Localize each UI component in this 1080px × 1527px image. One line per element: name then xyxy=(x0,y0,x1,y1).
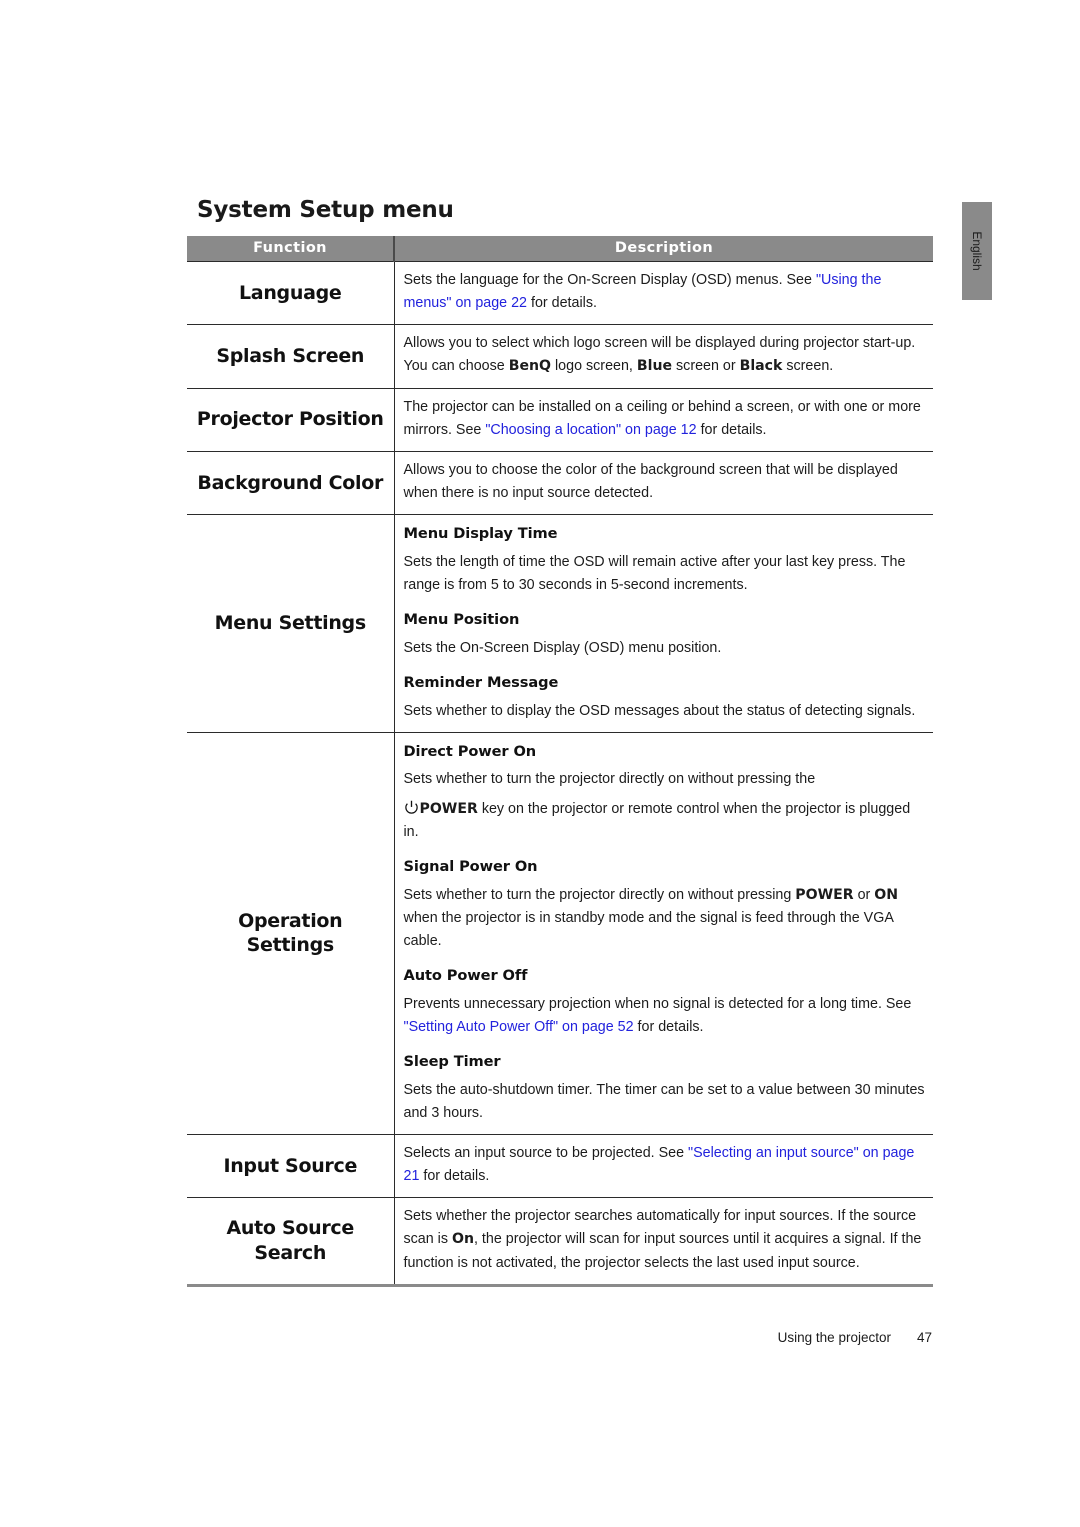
emphasis-text: Black xyxy=(739,358,783,375)
page-title: System Setup menu xyxy=(197,197,454,223)
description-cell: Sets the language for the On-Screen Disp… xyxy=(394,260,933,325)
description-paragraph: Sets whether to turn the projector direc… xyxy=(403,886,899,949)
description-subheading: Menu Display Time xyxy=(403,525,558,543)
function-name-cell: Menu Settings xyxy=(187,514,395,733)
emphasis-text: Blue xyxy=(636,358,673,375)
column-header-description: Description xyxy=(394,236,933,262)
description-paragraph: Sets the language for the On-Screen Disp… xyxy=(403,272,882,312)
description-subheading: Menu Position xyxy=(403,611,520,629)
power-icon xyxy=(404,800,419,815)
table-row: Language Sets the language for the On-Scr… xyxy=(187,260,933,325)
emphasis-text: POWER xyxy=(795,886,854,903)
description-paragraph: Selects an input source to be projected.… xyxy=(403,1144,915,1185)
description-paragraph: Sets the On-Screen Display (OSD) menu po… xyxy=(403,639,722,656)
function-name-cell: Splash Screen xyxy=(187,324,395,389)
function-name-cell: Background Color xyxy=(187,450,395,515)
document-page: System Setup menu English Function Descr… xyxy=(0,0,1080,1527)
table-row: Input Source Selects an input source to b… xyxy=(187,1133,933,1198)
description-paragraph: Sets whether to display the OSD messages… xyxy=(403,702,916,719)
table-row: Auto Source Search Sets whether the proje… xyxy=(187,1197,933,1287)
description-cell: Direct Power On Sets whether to turn the … xyxy=(394,731,933,1135)
description-paragraph: Sets whether the projector searches auto… xyxy=(403,1208,922,1271)
description-subheading: Signal Power On xyxy=(403,857,538,875)
function-name-cell: Operation Settings xyxy=(187,731,395,1135)
description-cell: The projector can be installed on a ceil… xyxy=(394,387,933,452)
description-cell: Menu Display Time Sets the length of time… xyxy=(394,514,933,733)
language-tab-label: English xyxy=(970,231,984,271)
description-paragraph: Allows you to select which logo screen w… xyxy=(403,335,916,375)
description-paragraph: Sets whether to turn the projector direc… xyxy=(403,771,816,788)
cross-reference-link[interactable]: "Selecting an input source" on page 21 xyxy=(404,1145,915,1184)
description-paragraph: Sets the length of time the OSD will rem… xyxy=(403,553,906,594)
footer-page-number: 47 xyxy=(916,1330,932,1345)
emphasis-text: On xyxy=(451,1231,474,1248)
description-paragraph: POWER key on the projector or remote con… xyxy=(403,800,911,840)
description-subheading: Direct Power On xyxy=(403,742,537,760)
function-name-cell: Projector Position xyxy=(187,387,395,452)
emphasis-text: POWER xyxy=(419,800,478,817)
cross-reference-link[interactable]: "Choosing a location" on page 12 xyxy=(485,422,696,438)
table-body: Language Sets the language for the On-Scr… xyxy=(187,260,933,1287)
column-header-function: Function xyxy=(187,236,395,262)
description-paragraph: Prevents unnecessary projection when no … xyxy=(403,995,912,1035)
function-name-cell: Auto Source Search xyxy=(187,1197,395,1287)
table-row: Projector Position The projector can be i… xyxy=(187,387,933,452)
emphasis-text: ON xyxy=(874,886,899,903)
system-setup-menu-table: Function Description Language Sets the la… xyxy=(187,236,933,1287)
description-subheading: Auto Power Off xyxy=(403,967,528,985)
description-paragraph: Sets the auto-shutdown timer. The timer … xyxy=(403,1081,925,1121)
description-paragraph: Allows you to choose the color of the ba… xyxy=(403,461,898,502)
cross-reference-link[interactable]: "Setting Auto Power Off" on page 52 xyxy=(404,1019,634,1035)
table-row: Background Color Allows you to choose the… xyxy=(187,450,933,515)
footer-section-label: Using the projector xyxy=(777,1330,891,1345)
table-row: Menu Settings Menu Display Time Sets the l… xyxy=(187,514,933,733)
description-cell: Sets whether the projector searches auto… xyxy=(394,1197,933,1287)
table-row: Splash Screen Allows you to select which … xyxy=(187,324,933,389)
page-footer: Using the projector 47 xyxy=(0,1330,1080,1345)
function-name-cell: Language xyxy=(187,260,395,325)
description-cell: Allows you to select which logo screen w… xyxy=(394,324,933,389)
language-tab: English xyxy=(962,202,992,300)
description-subheading: Reminder Message xyxy=(403,674,559,691)
function-name-cell: Input Source xyxy=(187,1133,395,1198)
emphasis-text: BenQ xyxy=(508,358,552,375)
description-subheading: Sleep Timer xyxy=(403,1052,501,1070)
description-paragraph: The projector can be installed on a ceil… xyxy=(403,398,921,438)
table-row: Operation Settings Direct Power On Sets wh… xyxy=(187,731,933,1135)
description-cell: Selects an input source to be projected.… xyxy=(394,1133,933,1198)
table-header-row: Function Description xyxy=(187,236,933,262)
cross-reference-link[interactable]: "Using the menus" on page 22 xyxy=(404,272,882,311)
description-cell: Allows you to choose the color of the ba… xyxy=(394,450,933,515)
